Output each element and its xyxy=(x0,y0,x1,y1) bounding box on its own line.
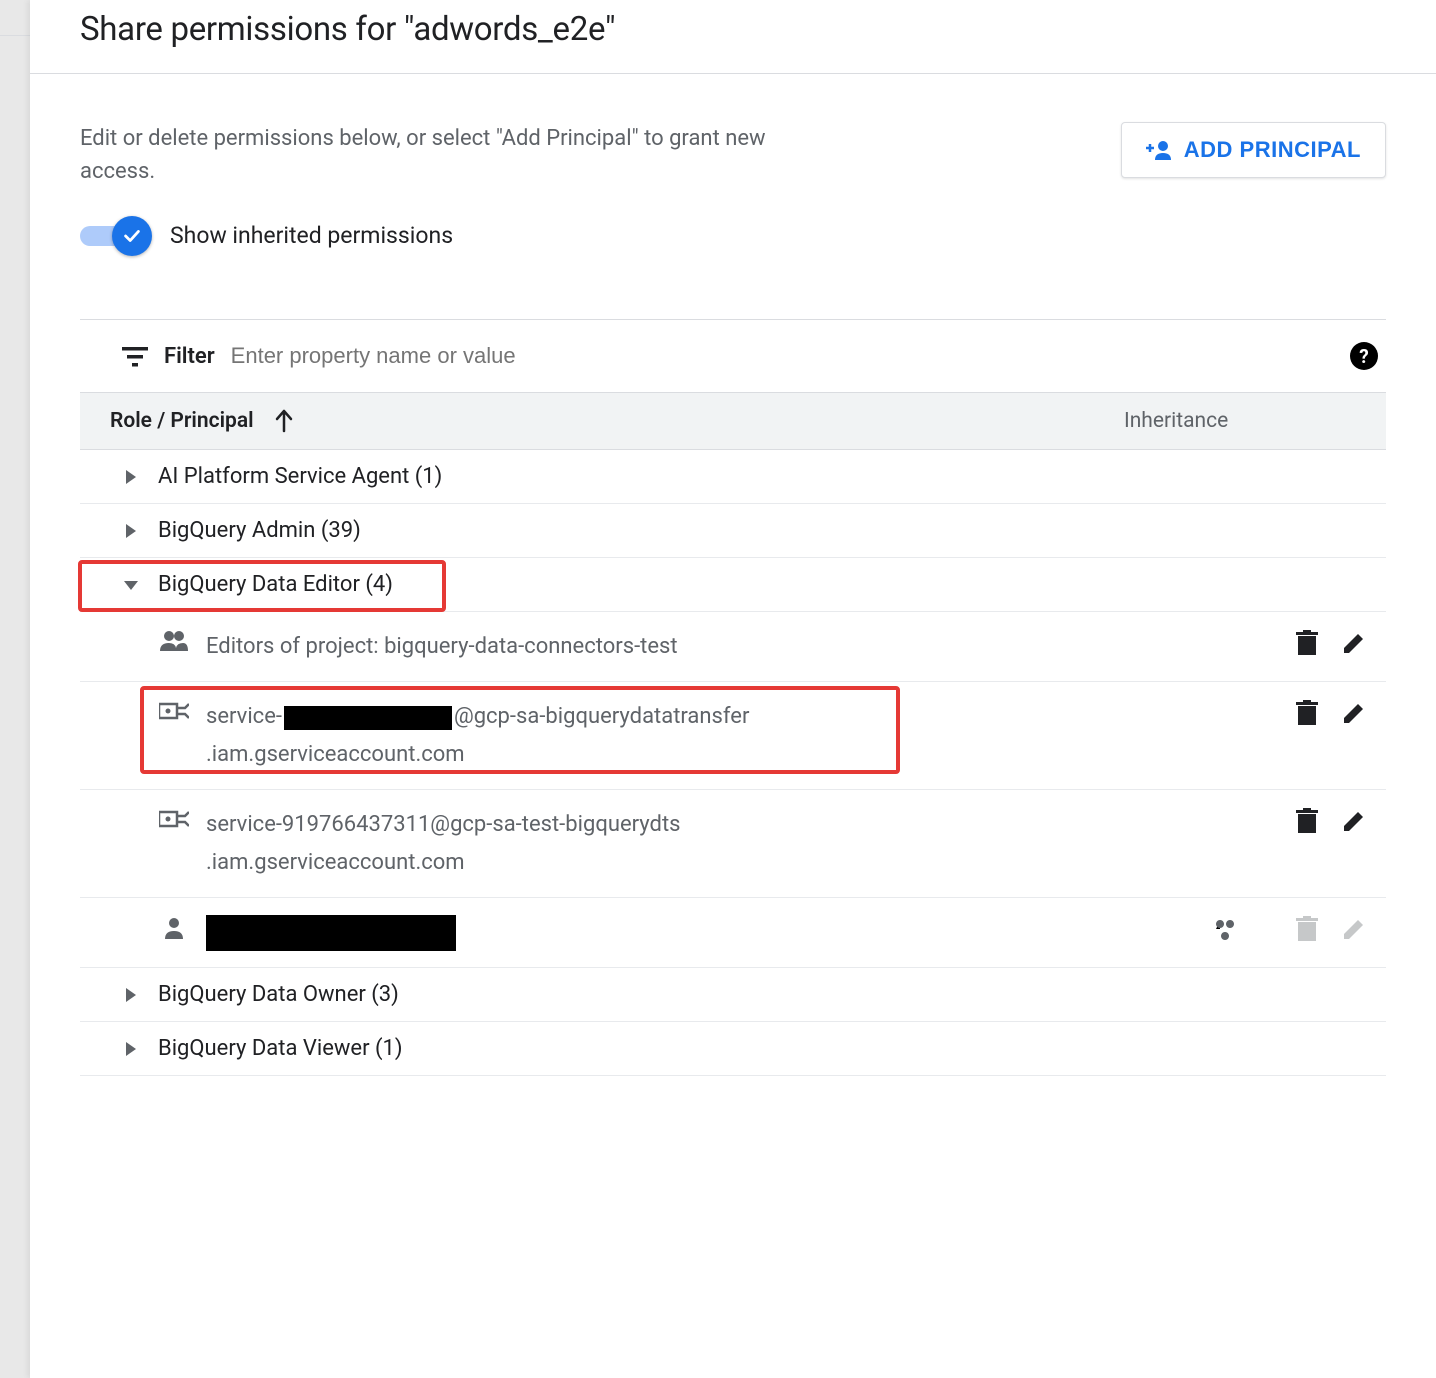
column-inheritance: Inheritance xyxy=(1124,409,1344,433)
edit-icon[interactable] xyxy=(1342,701,1366,725)
role-row-bigquery-data-editor[interactable]: BigQuery Data Editor (4) xyxy=(80,558,1386,612)
check-icon xyxy=(112,216,152,256)
filter-icon xyxy=(122,345,148,367)
column-role-principal[interactable]: Role / Principal xyxy=(110,409,254,433)
role-name: BigQuery Data Editor (4) xyxy=(158,572,393,597)
chevron-down-icon xyxy=(122,578,140,592)
arrow-up-icon[interactable] xyxy=(274,409,294,433)
role-row-bigquery-admin[interactable]: BigQuery Admin (39) xyxy=(80,504,1386,558)
panel-header: Share permissions for "adwords_e2e" xyxy=(30,0,1436,74)
panel-title: Share permissions for "adwords_e2e" xyxy=(80,10,1386,49)
chevron-right-icon xyxy=(122,986,140,1004)
redacted-block xyxy=(206,915,456,951)
principal-name: service-919766437311@gcp-sa-test-bigquer… xyxy=(206,806,1212,881)
inheritance-icon[interactable] xyxy=(1212,917,1272,941)
role-row-ai-platform[interactable]: AI Platform Service Agent (1) xyxy=(80,450,1386,504)
toggle-label: Show inherited permissions xyxy=(170,222,453,249)
description-text: Edit or delete permissions below, or sel… xyxy=(80,122,770,188)
edit-icon xyxy=(1342,917,1366,941)
redacted-block xyxy=(284,706,452,730)
edit-icon[interactable] xyxy=(1342,809,1366,833)
delete-icon xyxy=(1296,916,1318,942)
chevron-right-icon xyxy=(122,522,140,540)
role-row-bigquery-data-owner[interactable]: BigQuery Data Owner (3) xyxy=(80,968,1386,1022)
principal-row-editors: Editors of project: bigquery-data-connec… xyxy=(80,612,1386,682)
filter-input[interactable] xyxy=(231,343,631,369)
service-account-icon xyxy=(158,808,190,830)
show-inherited-toggle[interactable] xyxy=(80,224,152,248)
add-principal-button[interactable]: ADD PRINCIPAL xyxy=(1121,122,1386,178)
principal-name xyxy=(206,914,1212,951)
principal-name: Editors of project: bigquery-data-connec… xyxy=(206,628,1212,665)
edit-icon[interactable] xyxy=(1342,631,1366,655)
principal-row-user-redacted xyxy=(80,898,1386,968)
filter-label: Filter xyxy=(164,344,215,369)
delete-icon[interactable] xyxy=(1296,700,1318,726)
principal-row-service-account-1: service-@gcp-sa-bigquerydatatransfer .ia… xyxy=(80,682,1386,790)
role-row-bigquery-data-viewer[interactable]: BigQuery Data Viewer (1) xyxy=(80,1022,1386,1076)
delete-icon[interactable] xyxy=(1296,630,1318,656)
service-account-icon xyxy=(158,700,190,722)
principal-name: service-@gcp-sa-bigquerydatatransfer .ia… xyxy=(206,698,1212,773)
chevron-right-icon xyxy=(122,468,140,486)
person-add-icon xyxy=(1146,139,1174,161)
role-name: BigQuery Data Owner (3) xyxy=(158,982,399,1007)
group-icon xyxy=(158,630,190,652)
chevron-right-icon xyxy=(122,1040,140,1058)
role-name: BigQuery Admin (39) xyxy=(158,518,361,543)
principal-row-service-account-2: service-919766437311@gcp-sa-test-bigquer… xyxy=(80,790,1386,898)
share-permissions-panel: Share permissions for "adwords_e2e" Edit… xyxy=(30,0,1436,1378)
person-icon xyxy=(158,916,190,940)
role-name: AI Platform Service Agent (1) xyxy=(158,464,442,489)
table-header: Role / Principal Inheritance xyxy=(80,392,1386,450)
role-name: BigQuery Data Viewer (1) xyxy=(158,1036,403,1061)
delete-icon[interactable] xyxy=(1296,808,1318,834)
help-icon[interactable]: ? xyxy=(1350,342,1378,370)
add-principal-label: ADD PRINCIPAL xyxy=(1184,137,1361,163)
